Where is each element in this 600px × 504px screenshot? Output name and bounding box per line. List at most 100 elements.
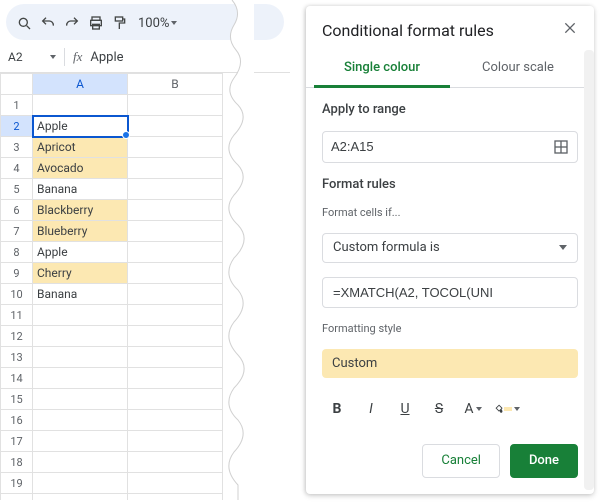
cell[interactable] [33,347,128,368]
row-header[interactable]: 3 [1,137,33,158]
cell[interactable] [128,242,223,263]
cell[interactable] [128,158,223,179]
style-preview[interactable]: Custom [322,349,578,378]
undo-icon[interactable] [38,13,58,33]
cell[interactable]: Banana [33,179,128,200]
cell[interactable] [128,200,223,221]
tab-single-colour[interactable]: Single colour [314,50,450,88]
panel-scrollbar[interactable] [584,50,594,490]
conditional-format-panel: Conditional format rules Single colour C… [306,6,594,494]
zoom-dropdown[interactable]: 100% [138,16,177,31]
cell[interactable] [33,473,128,494]
select-range-icon[interactable] [553,139,569,155]
cell[interactable]: Apricot [33,137,128,158]
paint-format-icon[interactable] [110,13,130,33]
cell[interactable]: Blueberry [33,221,128,242]
bold-button[interactable]: B [324,396,350,422]
row-header[interactable]: 18 [1,452,33,473]
cell[interactable] [128,473,223,494]
italic-button[interactable]: I [358,396,384,422]
col-header-a[interactable]: A [33,74,128,95]
close-icon[interactable] [562,20,578,40]
range-input[interactable] [331,139,553,154]
text-color-button[interactable]: A [460,396,486,422]
select-all-corner[interactable] [1,74,33,95]
cell[interactable] [33,326,128,347]
strikethrough-button[interactable]: S [426,396,452,422]
cell[interactable] [128,368,223,389]
row-header[interactable]: 1 [1,95,33,116]
custom-formula-input[interactable] [322,277,578,308]
main-toolbar: 100% [6,4,284,40]
formatting-style-label: Formatting style [322,322,578,335]
formula-bar-row: A2 fx Apple [0,44,290,73]
row-header[interactable]: 10 [1,284,33,305]
cell[interactable]: Avocado [33,158,128,179]
done-button[interactable]: Done [510,444,578,478]
cell[interactable] [128,137,223,158]
cell[interactable]: Blackberry [33,200,128,221]
row-header[interactable]: 16 [1,410,33,431]
cell[interactable] [128,179,223,200]
cell[interactable]: Banana [33,284,128,305]
row-header[interactable]: 8 [1,242,33,263]
row-header[interactable]: 2 [1,116,33,137]
apply-range-label: Apply to range [322,102,578,117]
cell[interactable] [128,95,223,116]
col-header-b[interactable]: B [128,74,223,95]
name-box[interactable]: A2 [8,50,56,64]
cell[interactable] [128,221,223,242]
cell[interactable] [33,494,128,501]
cell[interactable] [128,347,223,368]
tab-colour-scale[interactable]: Colour scale [450,50,586,87]
cell[interactable] [128,284,223,305]
underline-button[interactable]: U [392,396,418,422]
row-header[interactable]: 9 [1,263,33,284]
cell[interactable] [33,452,128,473]
fill-color-button[interactable] [494,396,520,422]
cell[interactable]: Apple [33,116,128,137]
row-header[interactable]: 14 [1,368,33,389]
cell[interactable] [128,263,223,284]
cancel-button[interactable]: Cancel [422,444,500,478]
row-header[interactable]: 6 [1,200,33,221]
chevron-down-icon [476,407,482,411]
spreadsheet-grid[interactable]: A B 12Apple3Apricot4Avocado5Banana6Black… [0,73,290,500]
row-header[interactable]: 17 [1,431,33,452]
row-header[interactable]: 4 [1,158,33,179]
cell[interactable] [128,452,223,473]
cell[interactable] [128,431,223,452]
cell[interactable] [128,326,223,347]
cell[interactable]: Apple [33,242,128,263]
search-icon[interactable] [14,13,34,33]
chevron-down-icon [50,55,56,59]
chevron-down-icon [514,407,520,411]
format-if-dropdown[interactable]: Custom formula is [322,233,578,264]
formula-bar[interactable]: Apple [90,50,123,65]
print-icon[interactable] [86,13,106,33]
cell[interactable] [33,389,128,410]
cell[interactable] [128,116,223,137]
row-header[interactable]: 19 [1,473,33,494]
row-header[interactable]: 11 [1,305,33,326]
cell[interactable] [33,410,128,431]
row-header[interactable]: 13 [1,347,33,368]
redo-icon[interactable] [62,13,82,33]
cell[interactable] [33,368,128,389]
row-header[interactable]: 15 [1,389,33,410]
row-header[interactable]: 7 [1,221,33,242]
zoom-value: 100% [138,16,169,31]
cell[interactable] [33,95,128,116]
cell[interactable] [128,494,223,501]
panel-tabs: Single colour Colour scale [306,50,594,88]
chevron-down-icon [559,245,567,250]
cell[interactable] [33,431,128,452]
cell[interactable] [128,389,223,410]
row-header[interactable]: 5 [1,179,33,200]
cell[interactable] [128,305,223,326]
row-header[interactable]: 20 [1,494,33,501]
cell[interactable]: Cherry [33,263,128,284]
row-header[interactable]: 12 [1,326,33,347]
cell[interactable] [33,305,128,326]
cell[interactable] [128,410,223,431]
